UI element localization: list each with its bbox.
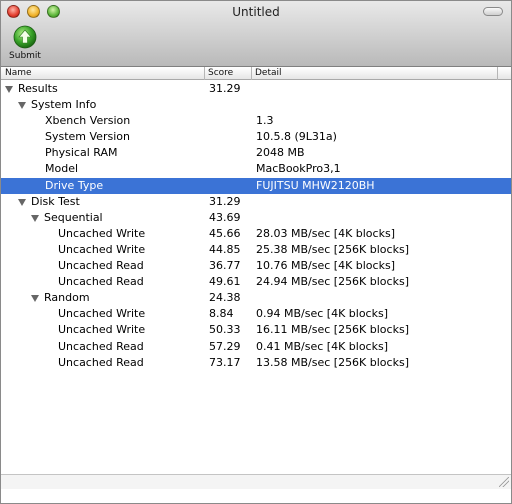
resize-grip-icon[interactable] — [499, 477, 509, 487]
row-detail: MacBookPro3,1 — [256, 162, 341, 176]
outline-row[interactable]: System Version 10.5.8 (9L31a) — [1, 129, 511, 145]
row-detail: FUJITSU MHW2120BH — [256, 178, 375, 192]
toolbar-toggle-button[interactable] — [483, 7, 503, 16]
row-name: Xbench Version — [45, 114, 131, 128]
column-divider[interactable] — [251, 67, 252, 80]
column-divider[interactable] — [497, 67, 498, 80]
outline-row[interactable]: Uncached Write 8.84 0.94 MB/sec [4K blocks… — [1, 306, 511, 322]
column-header: Name Score Detail — [1, 67, 511, 80]
row-name: Uncached Read — [58, 355, 144, 369]
row-score: 44.85 — [209, 242, 241, 256]
outline-row[interactable]: Random 24.38 — [1, 290, 511, 306]
outline-row[interactable]: Uncached Write 50.33 16.11 MB/sec [256K bl… — [1, 322, 511, 338]
submit-label: Submit — [9, 51, 41, 61]
column-divider[interactable] — [204, 67, 205, 80]
outline-row[interactable]: Uncached Read 36.77 10.76 MB/sec [4K block… — [1, 258, 511, 274]
outline-row[interactable]: Uncached Write 45.66 28.03 MB/sec [4K bloc… — [1, 226, 511, 242]
row-detail: 25.38 MB/sec [256K blocks] — [256, 242, 409, 256]
row-detail: 10.5.8 (9L31a) — [256, 130, 337, 144]
app-window: Untitled Submit Name Score Detail Result… — [0, 0, 512, 504]
outline-row[interactable]: Results 31.29 — [1, 81, 511, 97]
outline-row[interactable]: Disk Test 31.29 — [1, 194, 511, 210]
row-name: Physical RAM — [45, 146, 118, 160]
outline-row[interactable]: System Info — [1, 97, 511, 113]
outline-row[interactable]: Sequential 43.69 — [1, 210, 511, 226]
outline-row[interactable]: Physical RAM 2048 MB — [1, 145, 511, 161]
submit-button[interactable]: Submit — [7, 25, 43, 65]
row-score: 31.29 — [209, 194, 241, 208]
outline-rows: Results 31.29 System Info Xbench Version 1.3… — [1, 81, 511, 371]
horizontal-scrollbar[interactable] — [1, 474, 511, 489]
row-detail: 0.94 MB/sec [4K blocks] — [256, 307, 388, 321]
column-header-score[interactable]: Score — [208, 68, 233, 78]
results-outline[interactable]: Name Score Detail Results 31.29 System Inf… — [1, 67, 511, 489]
row-name: Random — [44, 291, 90, 305]
outline-row[interactable]: Uncached Read 73.17 13.58 MB/sec [256K blo… — [1, 355, 511, 371]
disclosure-triangle-icon[interactable] — [5, 86, 13, 93]
disclosure-triangle-icon[interactable] — [18, 102, 26, 110]
row-name: Drive Type — [45, 178, 104, 192]
row-score: 50.33 — [209, 323, 241, 337]
row-score: 45.66 — [209, 226, 241, 240]
disclosure-triangle-icon[interactable] — [18, 198, 26, 206]
row-score: 57.29 — [209, 339, 241, 353]
row-score: 73.17 — [209, 355, 241, 369]
row-detail: 10.76 MB/sec [4K blocks] — [256, 259, 395, 273]
row-name: Uncached Write — [58, 323, 146, 337]
up-arrow-green-icon — [13, 25, 37, 49]
row-name: System Info — [31, 98, 97, 112]
row-name: System Version — [45, 130, 130, 144]
column-header-name[interactable]: Name — [5, 68, 32, 78]
window-title: Untitled — [232, 5, 280, 19]
row-name: Uncached Read — [58, 339, 144, 353]
row-score: 24.38 — [209, 291, 241, 305]
row-score: 43.69 — [209, 210, 241, 224]
row-score: 36.77 — [209, 259, 241, 273]
row-score: 8.84 — [209, 307, 234, 321]
row-name: Uncached Read — [58, 259, 144, 273]
row-name: Uncached Write — [58, 226, 146, 240]
outline-row[interactable]: Xbench Version 1.3 — [1, 113, 511, 129]
disclosure-triangle-icon[interactable] — [31, 214, 39, 222]
row-name: Sequential — [44, 210, 103, 224]
title-toolbar: Untitled Submit — [1, 1, 511, 67]
outline-row[interactable]: Uncached Write 44.85 25.38 MB/sec [256K bl… — [1, 242, 511, 258]
row-detail: 24.94 MB/sec [256K blocks] — [256, 275, 409, 289]
row-detail: 2048 MB — [256, 146, 305, 160]
row-score: 31.29 — [209, 82, 241, 95]
row-detail: 13.58 MB/sec [256K blocks] — [256, 355, 409, 369]
row-detail: 0.41 MB/sec [4K blocks] — [256, 339, 388, 353]
outline-row[interactable]: Drive Type FUJITSU MHW2120BH — [1, 177, 511, 194]
row-name: Uncached Read — [58, 275, 144, 289]
column-header-detail[interactable]: Detail — [255, 68, 282, 78]
outline-row[interactable]: Model MacBookPro3,1 — [1, 161, 511, 177]
disclosure-triangle-icon[interactable] — [31, 295, 39, 303]
row-name: Uncached Write — [58, 307, 146, 321]
row-name: Results — [18, 82, 58, 95]
row-name: Uncached Write — [58, 242, 146, 256]
outline-row[interactable]: Uncached Read 49.61 24.94 MB/sec [256K blo… — [1, 274, 511, 290]
row-detail: 16.11 MB/sec [256K blocks] — [256, 323, 409, 337]
row-name: Disk Test — [31, 194, 80, 208]
row-detail: 28.03 MB/sec [4K blocks] — [256, 226, 395, 240]
outline-row[interactable]: Uncached Read 57.29 0.41 MB/sec [4K blocks… — [1, 339, 511, 355]
row-detail: 1.3 — [256, 114, 274, 128]
row-name: Model — [45, 162, 79, 176]
row-score: 49.61 — [209, 275, 241, 289]
